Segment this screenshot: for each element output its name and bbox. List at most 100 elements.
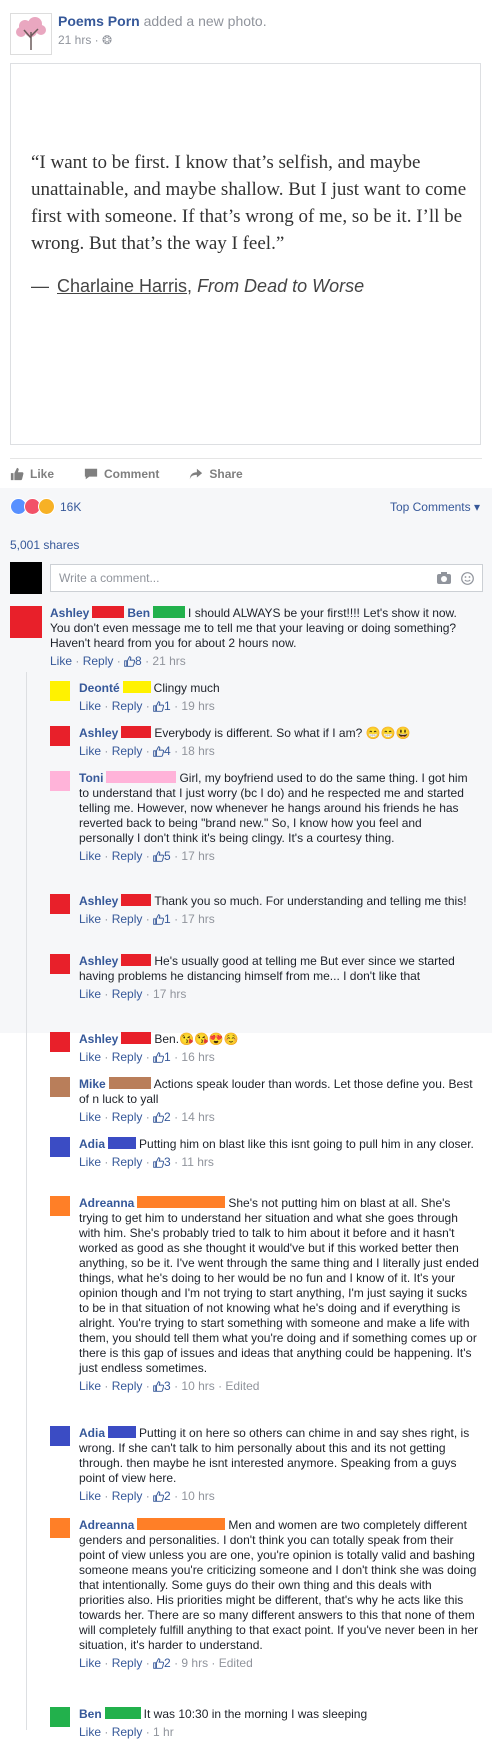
commenter-name[interactable]: Ben [79, 1707, 102, 1721]
like-button[interactable]: Like [10, 467, 54, 481]
commenter-avatar[interactable] [50, 726, 70, 746]
comment-reply-link[interactable]: Reply [112, 1489, 143, 1503]
comment-reply-link[interactable]: Reply [112, 912, 143, 926]
comment-time[interactable]: 16 hrs [181, 1050, 214, 1064]
comment-meta: Like · Reply · 1 hr [79, 1725, 174, 1739]
commenter-avatar[interactable] [50, 1707, 70, 1727]
comment-reply-link[interactable]: Reply [112, 744, 143, 758]
comment-time[interactable]: 17 hrs [181, 912, 214, 926]
post-photo[interactable]: “I want to be first. I know that’s selfi… [10, 63, 481, 445]
reaction-count[interactable]: 16K [60, 500, 81, 514]
comment-like-link[interactable]: Like [79, 1489, 101, 1503]
commenter-name[interactable]: Mike [79, 1077, 106, 1091]
page-name-link[interactable]: Poems Porn [58, 13, 140, 29]
attribution-separator: , [187, 276, 198, 296]
comment-like-count[interactable]: 2 [153, 1489, 171, 1503]
comment-like-link[interactable]: Like [79, 1050, 101, 1064]
comment-time[interactable]: 19 hrs [181, 699, 214, 713]
commenter-avatar[interactable] [50, 1518, 70, 1538]
comment-like-link[interactable]: Like [79, 699, 101, 713]
comment-like-link[interactable]: Like [79, 987, 101, 1001]
comment-time[interactable]: 17 hrs [153, 987, 186, 1001]
comment-like-link[interactable]: Like [79, 744, 101, 758]
comment-like-count[interactable]: 2 [153, 1656, 171, 1670]
comment-reply-link[interactable]: Reply [112, 1725, 143, 1739]
commenter-name[interactable]: Adia [79, 1137, 105, 1151]
tagged-user[interactable]: Ben [127, 606, 150, 620]
comment-like-link[interactable]: Like [79, 1656, 101, 1670]
comment-meta: Like · Reply · 2 · 10 hrs [79, 1489, 215, 1503]
comment-text: It was 10:30 in the morning I was sleepi… [143, 1707, 368, 1721]
comment-time[interactable]: 10 hrs [181, 1489, 214, 1503]
comment-reply-link[interactable]: Reply [112, 987, 143, 1001]
comment-time[interactable]: 18 hrs [181, 744, 214, 758]
comment-time[interactable]: 11 hrs [181, 1155, 213, 1169]
commenter-avatar[interactable] [50, 894, 70, 914]
comment-text: Men and women are two completely differe… [79, 1518, 479, 1652]
comment-reply-link[interactable]: Reply [112, 1656, 143, 1670]
comment-reply-link[interactable]: Reply [112, 699, 143, 713]
comment-like-link[interactable]: Like [79, 1725, 101, 1739]
reactions-summary[interactable]: 16K [10, 498, 81, 515]
commenter-name[interactable]: Ashley [79, 894, 118, 908]
comment-like-link[interactable]: Like [50, 654, 72, 668]
comment-like-count[interactable]: 3 [153, 1379, 171, 1393]
comment-reply-link[interactable]: Reply [83, 654, 114, 668]
camera-icon[interactable] [437, 571, 451, 584]
top-comments-dropdown[interactable]: Top Comments ▾ [390, 500, 480, 514]
commenter-name[interactable]: Ashley [79, 726, 118, 740]
comment-like-link[interactable]: Like [79, 1155, 101, 1169]
page-avatar[interactable] [10, 13, 52, 55]
commenter-avatar[interactable] [50, 1426, 70, 1446]
comment-reply-link[interactable]: Reply [112, 1155, 143, 1169]
comment-like-count[interactable]: 1 [153, 699, 171, 713]
comment-meta: Like · Reply · 3 · 10 hrs · Edited [79, 1379, 260, 1393]
write-comment-input[interactable]: Write a comment... [50, 564, 483, 592]
commenter-name[interactable]: Adreanna [79, 1196, 134, 1210]
comment-time[interactable]: 9 hrs · Edited [181, 1656, 252, 1670]
comment-time[interactable]: 10 hrs · Edited [181, 1379, 259, 1393]
comment-like-count[interactable]: 2 [153, 1110, 171, 1124]
comment-reply-link[interactable]: Reply [112, 1379, 143, 1393]
commenter-avatar[interactable] [50, 1196, 70, 1216]
comment-reply-link[interactable]: Reply [112, 1050, 143, 1064]
comment-like-count[interactable]: 3 [153, 1155, 171, 1169]
commenter-name[interactable]: Ashley [50, 606, 89, 620]
commenter-avatar[interactable] [50, 681, 70, 701]
commenter-name[interactable]: Adreanna [79, 1518, 134, 1532]
redacted-name-block [106, 771, 177, 783]
share-button[interactable]: Share [189, 467, 243, 481]
attribution-dash: — [31, 276, 49, 296]
commenter-name[interactable]: Deonté [79, 681, 120, 695]
commenter-name[interactable]: Toni [79, 771, 103, 785]
commenter-name[interactable]: Ashley [79, 954, 118, 968]
post-timestamp[interactable]: 21 hrs · ❂ [58, 33, 112, 47]
comment-time[interactable]: 17 hrs [181, 849, 214, 863]
comment-like-count[interactable]: 8 [124, 654, 142, 668]
comment-like-count[interactable]: 1 [153, 912, 171, 926]
comment-like-link[interactable]: Like [79, 1110, 101, 1124]
commenter-avatar[interactable] [50, 954, 70, 974]
comment-like-count[interactable]: 4 [153, 744, 171, 758]
comment-button[interactable]: Comment [84, 467, 159, 481]
comment-like-link[interactable]: Like [79, 849, 101, 863]
comment-time[interactable]: 21 hrs [152, 654, 185, 668]
commenter-avatar[interactable] [50, 1137, 70, 1157]
comment-reply-link[interactable]: Reply [112, 1110, 143, 1124]
comment-like-link[interactable]: Like [79, 912, 101, 926]
comment-like-link[interactable]: Like [79, 1379, 101, 1393]
comment-time[interactable]: 1 hr [153, 1725, 174, 1739]
commenter-name[interactable]: Ashley [79, 1032, 118, 1046]
emoji-icon[interactable] [461, 571, 474, 585]
comment-time[interactable]: 14 hrs [181, 1110, 214, 1124]
commenter-avatar[interactable] [10, 606, 42, 638]
commenter-name[interactable]: Adia [79, 1426, 105, 1440]
shares-count[interactable]: 5,001 shares [10, 538, 79, 552]
commenter-avatar[interactable] [50, 1077, 70, 1097]
write-comment-placeholder: Write a comment... [59, 571, 160, 585]
comment-reply-link[interactable]: Reply [112, 849, 143, 863]
commenter-avatar[interactable] [50, 771, 70, 791]
commenter-avatar[interactable] [50, 1032, 70, 1052]
comment-like-count[interactable]: 5 [153, 849, 171, 863]
comment-like-count[interactable]: 1 [153, 1050, 171, 1064]
